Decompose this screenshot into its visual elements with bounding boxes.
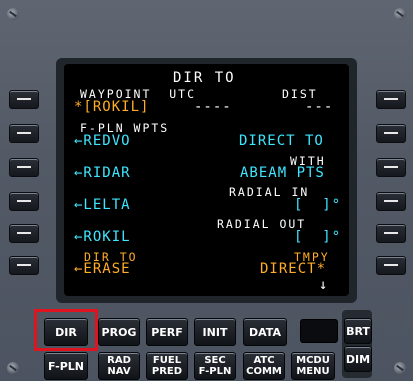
key-mcdu-menu[interactable]: MCDU MENU: [291, 352, 335, 380]
dist-value: ---: [305, 99, 334, 115]
lsk-6r[interactable]: [376, 256, 406, 275]
key-fpln[interactable]: F-PLN: [44, 352, 88, 380]
lsk-1l[interactable]: [9, 90, 39, 109]
lsk-2l[interactable]: [9, 124, 39, 143]
page-title: DIR TO: [173, 70, 236, 86]
direct-insert-option[interactable]: DIRECT*: [260, 261, 326, 277]
lsk-3r[interactable]: [376, 158, 406, 177]
scroll-down-icon: ↓: [319, 277, 329, 293]
lsk-5l[interactable]: [9, 224, 39, 243]
waypoint-entry-field[interactable]: *[ROKIL]: [74, 99, 149, 115]
key-init[interactable]: INIT: [194, 318, 236, 346]
screw-icon: [394, 8, 406, 20]
key-atc-comm[interactable]: ATC COMM: [243, 352, 285, 380]
key-fuel-pred[interactable]: FUEL PRED: [146, 352, 188, 380]
dir-key-highlight: [34, 309, 98, 351]
lsk-4l[interactable]: [9, 192, 39, 211]
wpt-redvo[interactable]: ←REDVO: [74, 133, 131, 149]
lsk-5r[interactable]: [376, 224, 406, 243]
direct-to-option[interactable]: DIRECT TO: [239, 133, 324, 149]
key-data[interactable]: DATA: [243, 318, 287, 346]
wpt-rokil[interactable]: ←ROKIL: [74, 229, 131, 245]
key-prog[interactable]: PROG: [98, 318, 140, 346]
blank-key-slot: [300, 319, 338, 343]
erase-option[interactable]: ←ERASE: [74, 261, 131, 277]
key-sec-fpln[interactable]: SEC F-PLN: [194, 352, 236, 380]
screw-icon: [394, 362, 406, 374]
screw-icon: [7, 362, 19, 374]
key-rad-nav[interactable]: RAD NAV: [98, 352, 140, 380]
lsk-1r[interactable]: [376, 90, 406, 109]
radial-in-field[interactable]: [ ]°: [294, 197, 341, 213]
wpt-ridar[interactable]: ←RIDAR: [74, 165, 131, 181]
key-dim[interactable]: DIM: [344, 346, 372, 372]
radial-out-label: RADIAL OUT: [217, 217, 307, 231]
wpt-lelta[interactable]: ←LELTA: [74, 197, 131, 213]
mcdu-bezel: DIR TO WAYPOINT UTC DIST *[ROKIL] ---- -…: [0, 0, 413, 381]
lsk-6l[interactable]: [9, 256, 39, 275]
lsk-4r[interactable]: [376, 192, 406, 211]
screw-icon: [7, 8, 19, 20]
lsk-2r[interactable]: [376, 124, 406, 143]
key-perf[interactable]: PERF: [146, 318, 188, 346]
radial-out-field[interactable]: [ ]°: [294, 229, 341, 245]
utc-value: ----: [194, 99, 232, 115]
key-brt[interactable]: BRT: [344, 318, 372, 344]
abeam-pts-option[interactable]: ABEAM PTS: [240, 165, 325, 181]
lsk-3l[interactable]: [9, 158, 39, 177]
mcdu-display: DIR TO WAYPOINT UTC DIST *[ROKIL] ---- -…: [64, 64, 349, 296]
